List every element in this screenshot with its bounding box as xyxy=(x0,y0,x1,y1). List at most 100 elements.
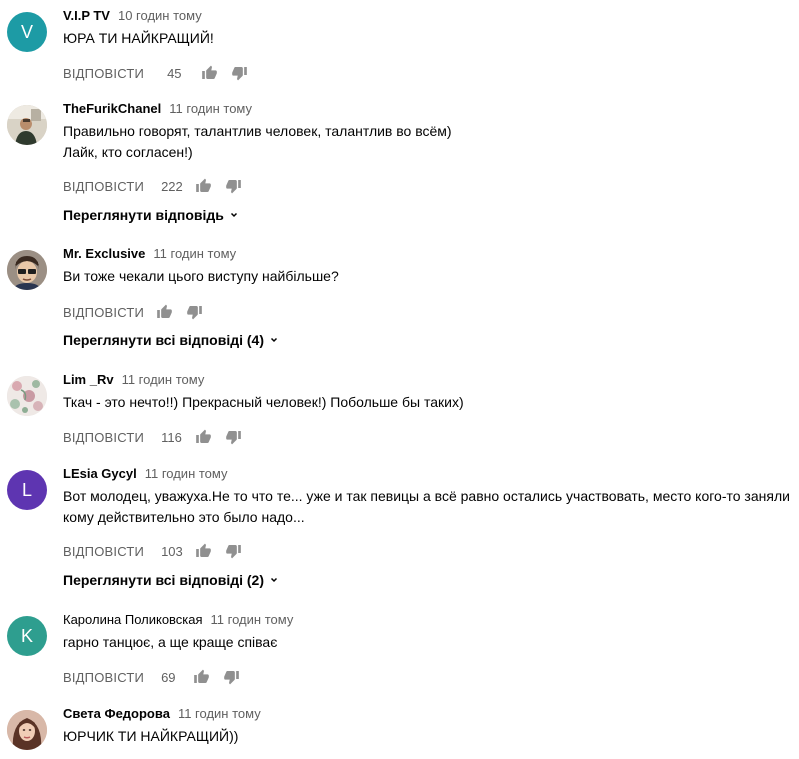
comment-header: LEsia Gycyl 11 годин тому xyxy=(63,466,228,481)
like-button[interactable] xyxy=(193,541,213,561)
thumbs-up-icon xyxy=(195,429,211,443)
comment-text: Вот молодец, уважуха.Не то что те... уже… xyxy=(63,486,798,528)
comment-author[interactable]: LEsia Gycyl xyxy=(63,466,137,481)
comment-actions: ВІДПОВІСТИ 116 xyxy=(63,427,243,447)
comment-text-line: Лайк, кто согласен!) xyxy=(63,144,193,160)
thumbs-down-icon xyxy=(225,545,241,559)
like-count: 45 xyxy=(167,65,182,81)
comment-header: Света Федорова 11 годин тому xyxy=(63,706,261,721)
man-in-room-photo xyxy=(7,105,47,145)
woman-portrait-photo xyxy=(7,710,47,750)
comment-text: Ви тоже чекали цього виступу найбільше? xyxy=(63,266,798,287)
dislike-button[interactable] xyxy=(223,427,243,447)
comment-text-line: ЮРЧИК ТИ НАЙКРАЩИЙ)) xyxy=(63,728,239,744)
view-replies-button[interactable]: Переглянути всі відповіді (2) xyxy=(63,572,280,588)
comment-text-line: кому действительно это было надо... xyxy=(63,509,305,525)
comment-author[interactable]: Света Федорова xyxy=(63,706,170,721)
comment-time[interactable]: 11 годин тому xyxy=(145,466,228,481)
avatar-letter: K xyxy=(20,625,33,646)
comment-text-line: ЮРА ТИ НАЙКРАЩИЙ! xyxy=(63,30,214,46)
like-button[interactable] xyxy=(191,667,211,687)
thumbs-up-icon xyxy=(201,65,217,79)
view-replies-button[interactable]: Переглянути відповідь xyxy=(63,207,240,223)
comment-text-line: Вот молодец, уважуха.Не то что те... уже… xyxy=(63,488,790,504)
like-button[interactable] xyxy=(193,427,213,447)
dislike-button[interactable] xyxy=(223,541,243,561)
avatar[interactable]: L xyxy=(7,470,47,510)
comment-author[interactable]: V.I.P TV xyxy=(63,8,110,23)
like-button[interactable] xyxy=(154,302,174,322)
comment-text-line: Правильно говорят, талантлив человек, та… xyxy=(63,123,452,139)
view-replies-label: Переглянути відповідь xyxy=(63,207,224,223)
avatar[interactable]: V xyxy=(7,12,47,52)
reply-button[interactable]: ВІДПОВІСТИ xyxy=(63,430,144,445)
comment-author[interactable]: TheFurikChanel xyxy=(63,101,161,116)
comment-text: ЮРА ТИ НАЙКРАЩИЙ! xyxy=(63,28,798,49)
comment-text-line: Ткач - это нечто!!) Прекрасный человек!)… xyxy=(63,394,464,410)
view-replies-label: Переглянути всі відповіді (4) xyxy=(63,332,264,348)
dislike-button[interactable] xyxy=(221,667,241,687)
comment-author[interactable]: Mr. Exclusive xyxy=(63,246,145,261)
reply-button[interactable]: ВІДПОВІСТИ xyxy=(63,179,144,194)
comment-actions: ВІДПОВІСТИ xyxy=(63,302,204,322)
reply-button[interactable]: ВІДПОВІСТИ xyxy=(63,66,144,81)
like-count: 69 xyxy=(161,669,176,685)
avatar-letter: V xyxy=(20,21,33,42)
comment-header: Mr. Exclusive 11 годин тому xyxy=(63,246,236,261)
dislike-button[interactable] xyxy=(229,63,249,83)
comment-text-line: Ви тоже чекали цього виступу найбільше? xyxy=(63,268,339,284)
chevron-down-icon xyxy=(270,337,278,343)
thumbs-down-icon xyxy=(186,306,202,320)
comment-header: TheFurikChanel 11 годин тому xyxy=(63,101,252,116)
thumbs-up-icon xyxy=(193,669,209,683)
thumbs-down-icon xyxy=(225,180,241,194)
view-replies-button[interactable]: Переглянути всі відповіді (4) xyxy=(63,332,280,348)
comment-header: V.I.P TV 10 годин тому xyxy=(63,8,202,23)
reply-button[interactable]: ВІДПОВІСТИ xyxy=(63,305,144,320)
comment-actions: ВІДПОВІСТИ 222 xyxy=(63,176,243,196)
comment-actions: ВІДПОВІСТИ 45 xyxy=(63,63,249,83)
reply-button[interactable]: ВІДПОВІСТИ xyxy=(63,544,144,559)
like-button[interactable] xyxy=(199,63,219,83)
avatar[interactable] xyxy=(7,376,47,416)
comment-time[interactable]: 11 годин тому xyxy=(122,372,205,387)
dislike-button[interactable] xyxy=(184,302,204,322)
avatar[interactable] xyxy=(7,710,47,750)
comment-text: гарно танцює, а ще краще співає xyxy=(63,632,798,653)
thumbs-down-icon xyxy=(223,671,239,685)
cartoon-glasses-avatar xyxy=(7,250,47,290)
comment-author[interactable]: Каролина Поликовская xyxy=(63,612,203,627)
dislike-button[interactable] xyxy=(223,176,243,196)
thumbs-up-icon xyxy=(156,304,172,318)
comment-time[interactable]: 11 годин тому xyxy=(169,101,252,116)
comment-time[interactable]: 10 годин тому xyxy=(118,8,202,23)
thumbs-down-icon xyxy=(225,431,241,445)
thumbs-down-icon xyxy=(231,67,247,81)
floral-pattern-avatar xyxy=(7,376,47,416)
comment-text-line: гарно танцює, а ще краще співає xyxy=(63,634,278,650)
avatar[interactable] xyxy=(7,250,47,290)
comments-list: V V.I.P TV 10 годин тому ЮРА ТИ НАЙКРАЩИЙ… xyxy=(0,0,799,759)
comment-time[interactable]: 11 годин тому xyxy=(211,612,294,627)
chevron-down-icon xyxy=(230,212,237,218)
like-count: 116 xyxy=(161,429,182,445)
comment-text: ЮРЧИК ТИ НАЙКРАЩИЙ)) xyxy=(63,726,798,747)
comment-time[interactable]: 11 годин тому xyxy=(153,246,236,261)
thumbs-up-icon xyxy=(195,543,211,557)
comment-header: Lim _Rv 11 годин тому xyxy=(63,372,204,387)
like-count: 103 xyxy=(161,543,183,559)
comment-actions: ВІДПОВІСТИ 103 xyxy=(63,541,243,561)
comment-author[interactable]: Lim _Rv xyxy=(63,372,114,387)
like-count: 222 xyxy=(161,178,183,194)
comment-text: Правильно говорят, талантлив человек, та… xyxy=(63,121,798,163)
avatar[interactable]: K xyxy=(7,616,47,656)
reply-button[interactable]: ВІДПОВІСТИ xyxy=(63,670,144,685)
view-replies-label: Переглянути всі відповіді (2) xyxy=(63,572,264,588)
avatar[interactable] xyxy=(7,105,47,145)
comment-header: Каролина Поликовская 11 годин тому xyxy=(63,612,293,627)
like-button[interactable] xyxy=(193,176,213,196)
chevron-down-icon xyxy=(270,577,278,583)
avatar-letter: L xyxy=(21,479,32,500)
thumbs-up-icon xyxy=(195,178,211,192)
comment-time[interactable]: 11 годин тому xyxy=(178,706,261,721)
